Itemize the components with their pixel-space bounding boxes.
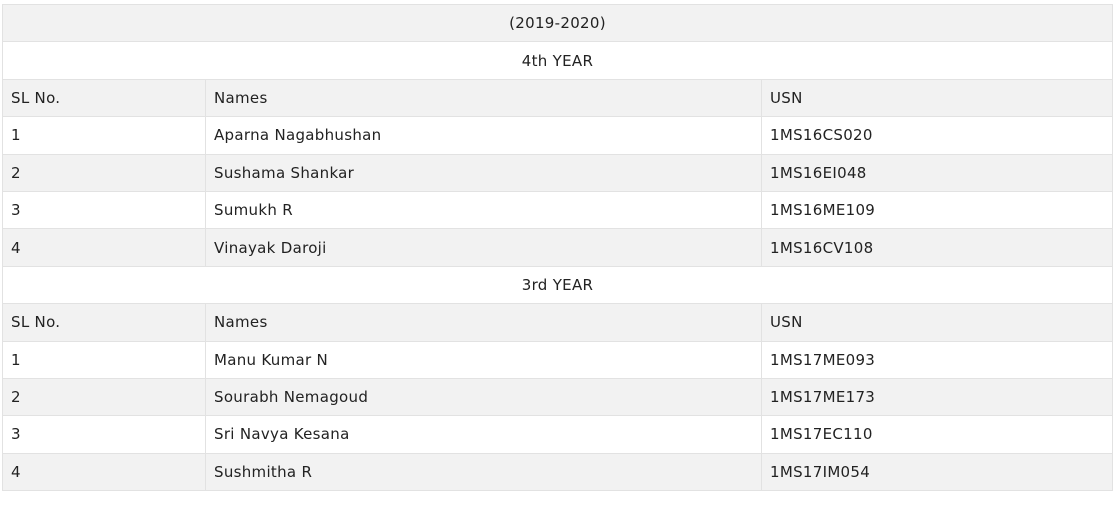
- cell-sl-no: 4: [2, 228, 206, 267]
- column-header-row: SL No. Names USN: [2, 78, 1113, 118]
- session-title: (2019-2020): [2, 3, 1113, 43]
- table-row: 3 Sumukh R 1MS16ME109: [2, 190, 1113, 230]
- cell-name: Vinayak Daroji: [205, 228, 762, 267]
- cell-usn: 1MS16EI048: [761, 153, 1113, 192]
- cell-usn: 1MS17ME093: [761, 340, 1113, 379]
- team-table-container: (2019-2020) 4th YEAR SL No. Names USN 1 …: [2, 3, 1113, 492]
- table-row: 3 Sri Navya Kesana 1MS17EC110: [2, 415, 1113, 454]
- cell-name: Sushmitha R: [205, 452, 762, 492]
- table-row: 1 Aparna Nagabhushan 1MS16CS020: [2, 116, 1113, 155]
- cell-name: Aparna Nagabhushan: [205, 116, 762, 155]
- cell-usn: 1MS17EC110: [761, 415, 1113, 454]
- team-members-table: (2019-2020) 4th YEAR SL No. Names USN 1 …: [2, 3, 1113, 492]
- cell-usn: 1MS16CS020: [761, 116, 1113, 155]
- cell-usn: 1MS17ME173: [761, 377, 1113, 417]
- header-names: Names: [205, 78, 762, 118]
- header-usn: USN: [761, 78, 1113, 118]
- section-title: 4th YEAR: [2, 41, 1113, 80]
- header-sl-no: SL No.: [2, 303, 206, 342]
- cell-sl-no: 3: [2, 415, 206, 454]
- cell-name: Sri Navya Kesana: [205, 415, 762, 454]
- table-row: 4 Vinayak Daroji 1MS16CV108: [2, 228, 1113, 267]
- cell-name: Sushama Shankar: [205, 153, 762, 192]
- header-names: Names: [205, 303, 762, 342]
- cell-usn: 1MS16ME109: [761, 190, 1113, 230]
- cell-name: Manu Kumar N: [205, 340, 762, 379]
- cell-name: Sumukh R: [205, 190, 762, 230]
- cell-sl-no: 2: [2, 377, 206, 417]
- section-title: 3rd YEAR: [2, 265, 1113, 305]
- cell-sl-no: 1: [2, 116, 206, 155]
- table-row: 2 Sourabh Nemagoud 1MS17ME173: [2, 377, 1113, 417]
- cell-name: Sourabh Nemagoud: [205, 377, 762, 417]
- table-row: 1 Manu Kumar N 1MS17ME093: [2, 340, 1113, 379]
- session-row: (2019-2020): [2, 3, 1113, 43]
- cell-sl-no: 2: [2, 153, 206, 192]
- table-row: 4 Sushmitha R 1MS17IM054: [2, 452, 1113, 492]
- section-title-row: 4th YEAR: [2, 41, 1113, 80]
- column-header-row: SL No. Names USN: [2, 303, 1113, 342]
- cell-usn: 1MS17IM054: [761, 452, 1113, 492]
- cell-sl-no: 4: [2, 452, 206, 492]
- cell-usn: 1MS16CV108: [761, 228, 1113, 267]
- cell-sl-no: 1: [2, 340, 206, 379]
- cell-sl-no: 3: [2, 190, 206, 230]
- header-usn: USN: [761, 303, 1113, 342]
- section-title-row: 3rd YEAR: [2, 265, 1113, 305]
- table-row: 2 Sushama Shankar 1MS16EI048: [2, 153, 1113, 192]
- header-sl-no: SL No.: [2, 78, 206, 118]
